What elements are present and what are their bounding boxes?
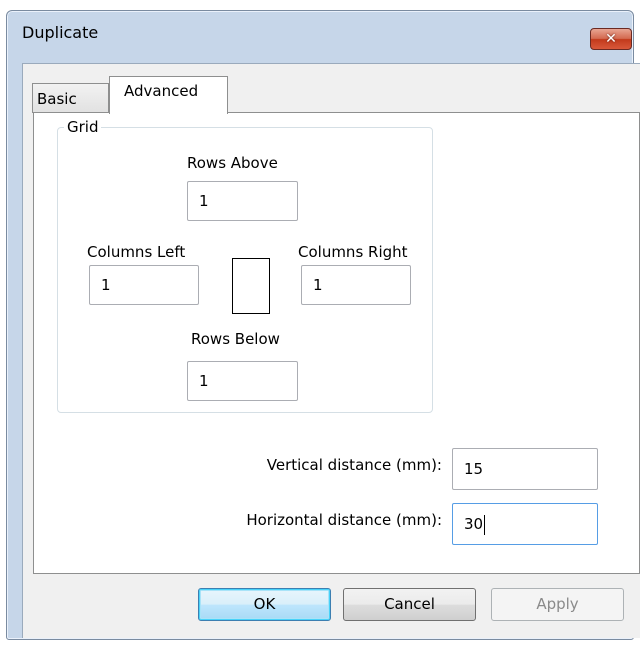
tab-advanced[interactable]: Advanced (109, 76, 228, 114)
text-cursor (484, 514, 486, 535)
grid-preview-box (232, 258, 270, 314)
horizontal-distance-label: Horizontal distance (mm): (246, 511, 442, 529)
vertical-distance-label: Vertical distance (mm): (266, 456, 442, 474)
columns-right-input[interactable]: 1 (301, 265, 411, 305)
cancel-button[interactable]: Cancel (343, 588, 476, 621)
horizontal-distance-value: 30 (464, 515, 484, 533)
tab-basic[interactable]: Basic (32, 83, 109, 113)
tab-advanced-label: Advanced (124, 82, 199, 100)
rows-below-label: Rows Below (191, 330, 280, 348)
ok-button[interactable]: OK (198, 588, 331, 621)
horizontal-distance-input[interactable]: 30 (452, 503, 598, 545)
close-icon: ✕ (605, 31, 617, 47)
apply-button[interactable]: Apply (491, 588, 624, 621)
rows-above-input[interactable]: 1 (187, 181, 298, 221)
grid-group-label: Grid (64, 118, 102, 136)
rows-above-label: Rows Above (187, 154, 278, 172)
rows-below-input[interactable]: 1 (187, 361, 298, 401)
columns-left-input[interactable]: 1 (89, 265, 199, 305)
tab-basic-label: Basic (37, 90, 77, 108)
columns-right-label: Columns Right (298, 243, 408, 261)
columns-left-label: Columns Left (87, 243, 186, 261)
dialog-title: Duplicate (22, 23, 99, 42)
vertical-distance-input[interactable]: 15 (452, 448, 598, 490)
close-button[interactable]: ✕ (590, 28, 632, 50)
